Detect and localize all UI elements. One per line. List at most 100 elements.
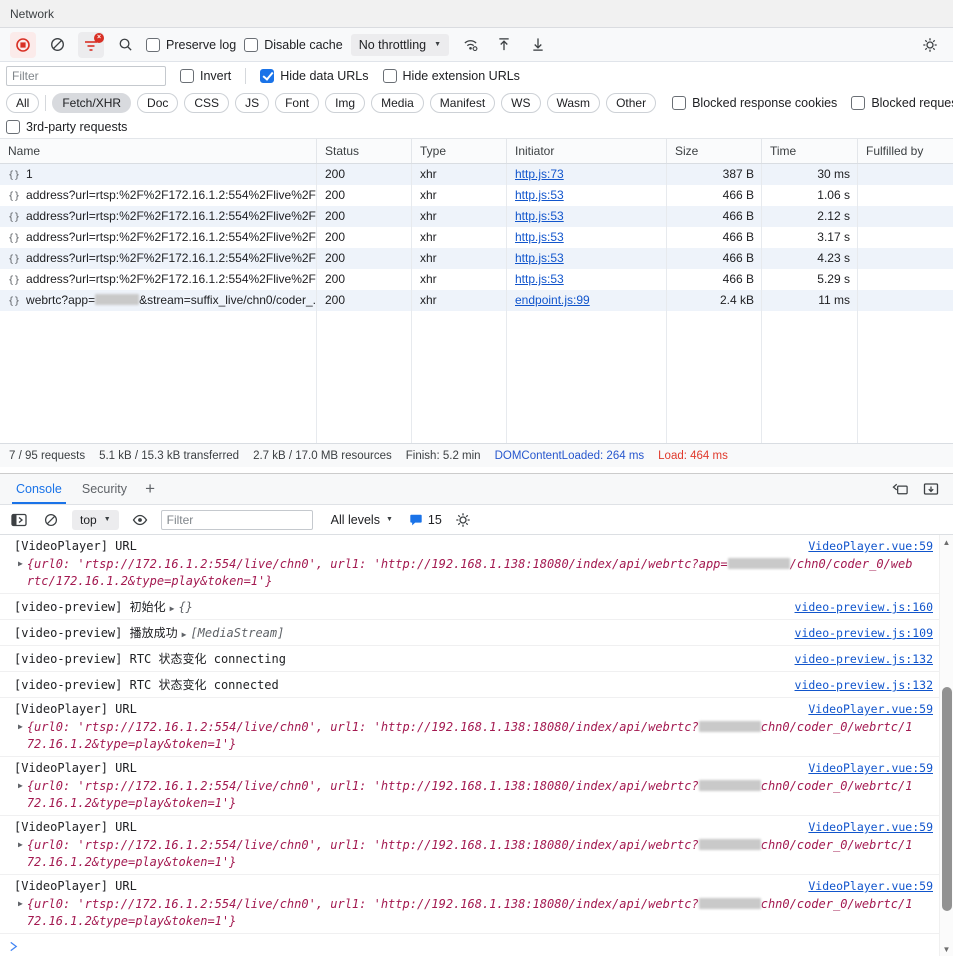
chip-manifest[interactable]: Manifest (430, 93, 495, 113)
scrollbar-down-arrow[interactable]: ▼ (943, 942, 951, 956)
console-context-value: top (80, 513, 97, 527)
chip-js[interactable]: JS (235, 93, 269, 113)
expand-triangle-icon[interactable]: ▶ (170, 604, 175, 613)
tab-security[interactable]: Security (72, 474, 137, 504)
clear-network-button[interactable] (44, 32, 70, 58)
column-header-name[interactable]: Name (0, 139, 317, 163)
chip-other[interactable]: Other (606, 93, 656, 113)
table-row[interactable]: {}address?url=rtsp:%2F%2F172.16.1.2:554%… (0, 227, 953, 248)
source-link[interactable]: video-preview.js:109 (783, 626, 933, 640)
hide-extension-urls-checkbox[interactable]: Hide extension URLs (383, 69, 520, 83)
filter-toggle-button[interactable]: × (78, 32, 104, 58)
chip-all[interactable]: All (6, 93, 39, 113)
clear-icon (44, 513, 58, 527)
import-har-button[interactable] (491, 32, 517, 58)
add-tab-button[interactable]: + (137, 474, 163, 504)
record-button[interactable] (10, 32, 36, 58)
column-header-status[interactable]: Status (317, 139, 412, 163)
initiator-link[interactable]: http.js:53 (515, 251, 564, 265)
source-link[interactable]: VideoPlayer.vue:59 (796, 879, 933, 893)
source-link[interactable]: VideoPlayer.vue:59 (796, 820, 933, 834)
disable-cache-checkbox[interactable]: Disable cache (244, 38, 343, 52)
console-prompt[interactable] (0, 934, 939, 952)
column-header-type[interactable]: Type (412, 139, 507, 163)
chip-fetch-xhr[interactable]: Fetch/XHR (52, 93, 131, 113)
tab-console[interactable]: Console (6, 474, 72, 504)
expand-triangle-icon[interactable]: ▶ (18, 840, 23, 849)
expand-triangle-icon[interactable]: ▶ (18, 781, 23, 790)
initiator-link[interactable]: http.js:53 (515, 209, 564, 223)
expand-triangle-icon[interactable]: ▶ (18, 899, 23, 908)
console-object-row: ▶{url0: 'rtsp://172.16.1.2:554/live/chn0… (14, 778, 933, 811)
expand-triangle-icon[interactable]: ▶ (18, 559, 23, 568)
cell-time: 4.23 s (762, 248, 858, 269)
blocked-requests-checkbox[interactable]: Blocked requests (851, 96, 953, 110)
table-row[interactable]: {}address?url=rtsp:%2F%2F172.16.1.2:554%… (0, 206, 953, 227)
console-sidebar-button[interactable] (8, 509, 30, 531)
console-context-select[interactable]: top ▼ (72, 510, 119, 530)
table-row[interactable]: {}webrtc?app=&stream=suffix_live/chn0/co… (0, 290, 953, 311)
table-row[interactable]: {}address?url=rtsp:%2F%2F172.16.1.2:554%… (0, 248, 953, 269)
chip-media[interactable]: Media (371, 93, 424, 113)
cell-type: xhr (412, 206, 507, 227)
source-link[interactable]: VideoPlayer.vue:59 (796, 539, 933, 553)
column-header-size[interactable]: Size (667, 139, 762, 163)
table-row[interactable]: {}address?url=rtsp:%2F%2F172.16.1.2:554%… (0, 185, 953, 206)
console-settings-button[interactable] (452, 509, 474, 531)
expand-triangle-icon[interactable]: ▶ (182, 630, 187, 639)
export-har-button[interactable] (525, 32, 551, 58)
hide-data-urls-checkbox[interactable]: Hide data URLs (260, 69, 368, 83)
network-settings-button[interactable] (917, 32, 943, 58)
console-filter-input[interactable] (161, 510, 313, 530)
source-link[interactable]: video-preview.js:132 (783, 652, 933, 666)
blocked-requests-label: Blocked requests (871, 96, 953, 110)
source-link[interactable]: VideoPlayer.vue:59 (796, 761, 933, 775)
chip-img[interactable]: Img (325, 93, 365, 113)
expand-drawer-icon[interactable] (923, 482, 939, 496)
initiator-link[interactable]: endpoint.js:99 (515, 293, 590, 307)
column-divider (761, 311, 762, 443)
scrollbar-up-arrow[interactable]: ▲ (943, 535, 951, 549)
network-filter-input[interactable] (6, 66, 166, 86)
third-party-requests-checkbox[interactable]: 3rd-party requests (6, 120, 127, 134)
chip-css[interactable]: CSS (184, 93, 229, 113)
object-preview-text: {url0: 'rtsp://172.16.1.2:554/live/chn0'… (27, 837, 933, 870)
invert-checkbox[interactable]: Invert (180, 69, 231, 83)
chip-doc[interactable]: Doc (137, 93, 178, 113)
chip-ws[interactable]: WS (501, 93, 540, 113)
cell-type: xhr (412, 290, 507, 311)
scrollbar-thumb[interactable] (942, 687, 952, 911)
source-link[interactable]: video-preview.js:160 (783, 600, 933, 614)
preserve-log-checkbox[interactable]: Preserve log (146, 38, 236, 52)
network-conditions-button[interactable] (457, 32, 483, 58)
chip-font[interactable]: Font (275, 93, 319, 113)
table-row[interactable]: {}address?url=rtsp:%2F%2F172.16.1.2:554%… (0, 269, 953, 290)
log-levels-select[interactable]: All levels ▼ (331, 513, 393, 527)
expand-triangle-icon[interactable]: ▶ (18, 722, 23, 731)
blocked-response-cookies-checkbox[interactable]: Blocked response cookies (672, 96, 837, 110)
chip-wasm[interactable]: Wasm (547, 93, 601, 113)
scrollbar-track[interactable] (940, 549, 953, 942)
cell-initiator: http.js:53 (507, 185, 667, 206)
preserve-log-label: Preserve log (166, 38, 236, 52)
redacted-text (95, 294, 139, 305)
console-scrollbar[interactable]: ▲ ▼ (939, 535, 953, 956)
column-header-initiator[interactable]: Initiator (507, 139, 667, 163)
initiator-link[interactable]: http.js:73 (515, 167, 564, 181)
console-message: [video-preview] RTC 状态变化 connectedvideo-… (0, 672, 939, 698)
initiator-link[interactable]: http.js:53 (515, 230, 564, 244)
undock-drawer-icon[interactable] (892, 482, 909, 496)
search-button[interactable] (112, 32, 138, 58)
initiator-link[interactable]: http.js:53 (515, 188, 564, 202)
issues-counter[interactable]: 15 (409, 513, 442, 527)
clear-console-button[interactable] (40, 509, 62, 531)
source-link[interactable]: video-preview.js:132 (783, 678, 933, 692)
table-row[interactable]: {}1200xhrhttp.js:73387 B30 ms (0, 164, 953, 185)
live-expression-button[interactable] (129, 509, 151, 531)
column-header-time[interactable]: Time (762, 139, 858, 163)
cell-name: {}address?url=rtsp:%2F%2F172.16.1.2:554%… (0, 206, 317, 227)
source-link[interactable]: VideoPlayer.vue:59 (796, 702, 933, 716)
initiator-link[interactable]: http.js:53 (515, 272, 564, 286)
throttling-select[interactable]: No throttling ▼ (351, 34, 449, 56)
column-header-fulfilled-by[interactable]: Fulfilled by (858, 139, 953, 163)
